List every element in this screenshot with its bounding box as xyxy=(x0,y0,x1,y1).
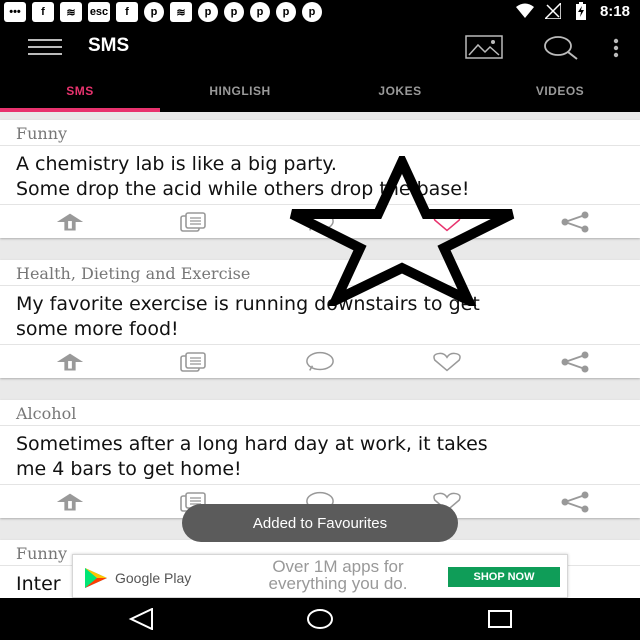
card-message-line: me 4 bars to get home! xyxy=(16,458,242,480)
wifi-icon xyxy=(515,2,534,20)
tab-hinglish[interactable]: HINGLISH xyxy=(160,70,320,112)
tab-jokes[interactable]: JOKES xyxy=(320,70,480,112)
ad-banner[interactable]: Google Play Over 1M apps for everything … xyxy=(72,554,568,598)
battery-charging-icon xyxy=(572,2,590,20)
app-bar: SMS xyxy=(0,24,640,70)
pinterest-notif-icon-3: p xyxy=(224,2,244,22)
navigation-bar xyxy=(0,598,640,640)
app-title: SMS xyxy=(88,35,130,56)
facebook-notif-icon-2: f xyxy=(116,2,138,22)
pinterest-notif-icon-6: p xyxy=(302,2,322,22)
card-message-line: Sometimes after a long hard day at work,… xyxy=(16,433,488,455)
toast: Added to Favourites xyxy=(182,504,458,542)
upload-icon[interactable] xyxy=(55,211,85,233)
messenger-notif-icon: ••• xyxy=(4,2,26,22)
heart-icon[interactable] xyxy=(432,351,462,373)
card-category: Funny xyxy=(0,120,640,146)
esc-notif-icon: esc xyxy=(88,2,110,22)
tab-sms[interactable]: SMS xyxy=(0,70,160,112)
no-signal-icon xyxy=(544,2,562,20)
shop-now-button[interactable]: SHOP NOW xyxy=(448,567,560,587)
menu-icon[interactable] xyxy=(28,39,62,55)
upload-icon[interactable] xyxy=(55,351,85,373)
share-icon[interactable] xyxy=(560,351,590,373)
back-icon[interactable] xyxy=(128,607,154,635)
pinterest-notif-icon-2: p xyxy=(198,2,218,22)
card-actions xyxy=(0,344,640,378)
card-message-line: some more food! xyxy=(16,318,179,340)
facebook-notif-icon: f xyxy=(32,2,54,22)
ad-text: Over 1M apps for everything you do. xyxy=(268,557,408,593)
tab-videos[interactable]: VIDEOS xyxy=(480,70,640,112)
status-right: 8:18 xyxy=(515,2,630,20)
whatsapp-icon[interactable] xyxy=(305,351,335,373)
overflow-menu-icon[interactable] xyxy=(612,38,620,63)
home-icon[interactable] xyxy=(306,608,334,635)
cat-notif-icon: ≋ xyxy=(60,2,82,22)
pinterest-notif-icon-5: p xyxy=(276,2,296,22)
copy-icon[interactable] xyxy=(178,211,208,233)
pinterest-notif-icon-4: p xyxy=(250,2,270,22)
favourite-star-icon xyxy=(286,150,522,311)
pinterest-notif-icon: p xyxy=(144,2,164,22)
card-message[interactable]: Sometimes after a long hard day at work,… xyxy=(0,426,640,484)
share-icon[interactable] xyxy=(560,491,590,513)
notification-icons: ••• f ≋ esc f p ≋ p p p p p xyxy=(4,2,322,22)
card-category: Alcohol xyxy=(0,400,640,426)
image-icon[interactable] xyxy=(465,35,503,64)
cat-notif-icon-2: ≋ xyxy=(170,2,192,22)
share-icon[interactable] xyxy=(560,211,590,233)
recents-icon[interactable] xyxy=(487,608,513,635)
message-card: Alcohol Sometimes after a long hard day … xyxy=(0,400,640,518)
screen: •••f≋escfp≋ppppp 8:18 SMS SMS xyxy=(0,0,640,640)
upload-icon[interactable] xyxy=(55,491,85,513)
ad-brand: Google Play xyxy=(115,570,192,586)
tab-bar: SMS HINGLISH JOKES VIDEOS xyxy=(0,70,640,112)
status-time: 8:18 xyxy=(599,2,630,20)
google-play-logo: Google Play xyxy=(83,567,191,589)
copy-icon[interactable] xyxy=(178,351,208,373)
status-bar: ••• f ≋ esc f p ≋ p p p p p 8:18 xyxy=(0,0,640,24)
search-icon[interactable] xyxy=(543,35,579,66)
